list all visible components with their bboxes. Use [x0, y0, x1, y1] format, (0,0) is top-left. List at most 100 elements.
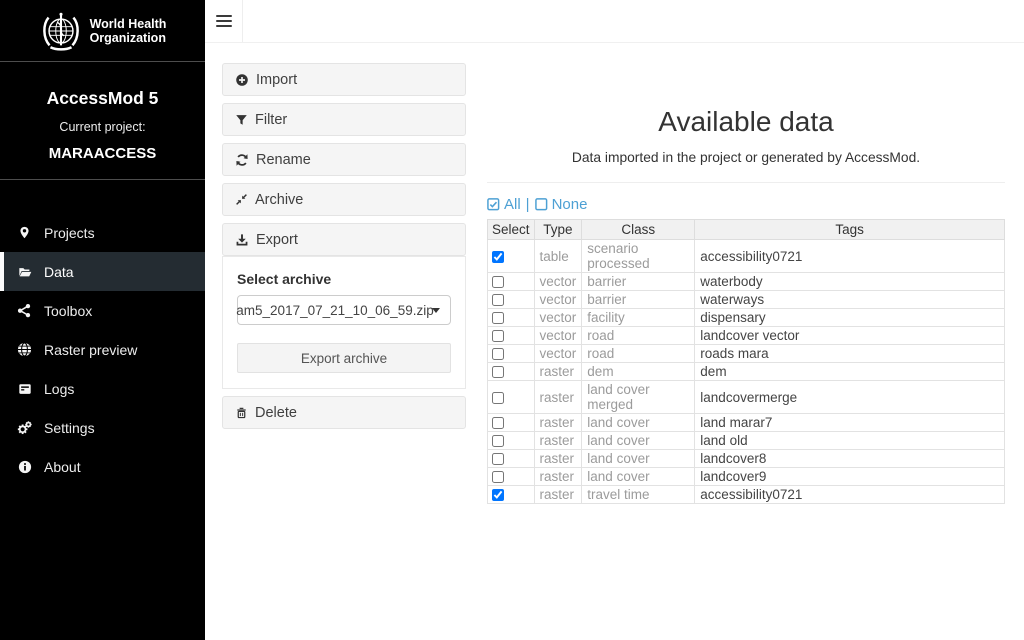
- data-table-body: tablescenario processedaccessibility0721…: [488, 240, 1005, 504]
- topbar: [205, 0, 1024, 43]
- row-select-checkbox[interactable]: [492, 392, 504, 404]
- table-row: vectorfacilitydispensary: [488, 309, 1005, 327]
- sidebar-item-toolbox[interactable]: Toolbox: [0, 291, 205, 330]
- who-org-name: World Health Organization: [90, 17, 167, 45]
- row-select-checkbox[interactable]: [492, 348, 504, 360]
- plus-circle-icon: [235, 73, 249, 87]
- tags-cell: waterbody: [695, 273, 1005, 291]
- sidebar-nav: Projects Data Toolbox: [0, 213, 205, 486]
- export-panel: Select archive am5_2017_07_21_10_06_59.z…: [222, 256, 466, 389]
- row-select-checkbox[interactable]: [492, 471, 504, 483]
- app-title: AccessMod 5: [0, 88, 205, 109]
- table-row: vectorroadlandcover vector: [488, 327, 1005, 345]
- filter-button[interactable]: Filter: [222, 103, 466, 136]
- table-row: vectorbarrierwaterways: [488, 291, 1005, 309]
- tags-cell: roads mara: [695, 345, 1005, 363]
- class-cell: road: [582, 345, 695, 363]
- type-cell: raster: [534, 414, 582, 432]
- sidebar-item-settings[interactable]: Settings: [0, 408, 205, 447]
- select-cell: [488, 381, 535, 414]
- select-all-link[interactable]: All: [487, 196, 521, 213]
- sidebar-item-label: Projects: [44, 225, 95, 241]
- table-row: rastertravel timeaccessibility0721: [488, 486, 1005, 504]
- import-button[interactable]: Import: [222, 63, 466, 96]
- sidebar-item-label: Raster preview: [44, 342, 137, 358]
- row-select-checkbox[interactable]: [492, 366, 504, 378]
- select-column-header: Select: [488, 220, 535, 240]
- tags-cell: landcover vector: [695, 327, 1005, 345]
- row-select-checkbox[interactable]: [492, 417, 504, 429]
- sidebar-item-about[interactable]: About: [0, 447, 205, 486]
- share-nodes-icon: [16, 303, 33, 318]
- export-button[interactable]: Export: [222, 223, 466, 256]
- page-title: Available data: [487, 106, 1005, 138]
- sidebar-item-projects[interactable]: Projects: [0, 213, 205, 252]
- download-icon: [235, 233, 249, 247]
- archive-button[interactable]: Archive: [222, 183, 466, 216]
- sidebar-item-data[interactable]: Data: [0, 252, 205, 291]
- rename-button[interactable]: Rename: [222, 143, 466, 176]
- data-actions-column: Import Filter Rename: [222, 63, 466, 436]
- tags-cell: accessibility0721: [695, 240, 1005, 273]
- row-select-checkbox[interactable]: [492, 330, 504, 342]
- tags-cell: dispensary: [695, 309, 1005, 327]
- row-select-checkbox[interactable]: [492, 251, 504, 263]
- hamburger-menu-icon[interactable]: [205, 0, 243, 42]
- select-cell: [488, 468, 535, 486]
- sidebar-item-label: Toolbox: [44, 303, 92, 319]
- map-pin-icon: [16, 225, 33, 240]
- select-cell: [488, 327, 535, 345]
- tags-cell: waterways: [695, 291, 1005, 309]
- trash-icon: [235, 406, 248, 420]
- class-cell: land cover merged: [582, 381, 695, 414]
- class-cell: road: [582, 327, 695, 345]
- globe-icon: [16, 342, 33, 357]
- export-section: Export Select archive am5_2017_07_21_10_…: [222, 223, 466, 389]
- row-select-checkbox[interactable]: [492, 435, 504, 447]
- row-select-checkbox[interactable]: [492, 453, 504, 465]
- tags-cell: land marar7: [695, 414, 1005, 432]
- class-cell: dem: [582, 363, 695, 381]
- divider: [487, 182, 1005, 183]
- sidebar-item-label: About: [44, 459, 81, 475]
- type-cell: table: [534, 240, 582, 273]
- row-select-checkbox[interactable]: [492, 276, 504, 288]
- project-name: MARAACCESS: [0, 145, 205, 162]
- sidebar-item-label: Settings: [44, 420, 95, 436]
- table-row: tablescenario processedaccessibility0721: [488, 240, 1005, 273]
- select-cell: [488, 240, 535, 273]
- table-row: vectorroadroads mara: [488, 345, 1005, 363]
- page-subtitle: Data imported in the project or generate…: [487, 150, 1005, 165]
- check-square-icon: [487, 198, 500, 211]
- select-archive-label: Select archive: [237, 271, 451, 287]
- archive-select-dropdown[interactable]: am5_2017_07_21_10_06_59.zip: [237, 295, 451, 325]
- row-select-checkbox[interactable]: [492, 312, 504, 324]
- class-cell: land cover: [582, 414, 695, 432]
- class-cell: travel time: [582, 486, 695, 504]
- tags-column-header: Tags: [695, 220, 1005, 240]
- type-cell: raster: [534, 486, 582, 504]
- type-cell: raster: [534, 381, 582, 414]
- sidebar-item-logs[interactable]: Logs: [0, 369, 205, 408]
- tags-cell: accessibility0721: [695, 486, 1005, 504]
- tags-cell: land old: [695, 432, 1005, 450]
- class-cell: barrier: [582, 291, 695, 309]
- export-archive-button[interactable]: Export archive: [237, 343, 451, 373]
- sidebar-item-raster-preview[interactable]: Raster preview: [0, 330, 205, 369]
- select-cell: [488, 363, 535, 381]
- table-row: rasterland cover mergedlandcovermerge: [488, 381, 1005, 414]
- row-select-checkbox[interactable]: [492, 489, 504, 501]
- table-header-row: Select Type Class Tags: [488, 220, 1005, 240]
- type-cell: vector: [534, 291, 582, 309]
- selection-links: All | None: [487, 196, 1005, 213]
- select-cell: [488, 450, 535, 468]
- compress-arrows-icon: [235, 193, 248, 206]
- table-row: rasterdemdem: [488, 363, 1005, 381]
- select-none-link[interactable]: None: [535, 196, 588, 213]
- type-cell: raster: [534, 468, 582, 486]
- row-select-checkbox[interactable]: [492, 294, 504, 306]
- type-cell: vector: [534, 309, 582, 327]
- delete-button[interactable]: Delete: [222, 396, 466, 429]
- type-cell: vector: [534, 345, 582, 363]
- class-column-header: Class: [582, 220, 695, 240]
